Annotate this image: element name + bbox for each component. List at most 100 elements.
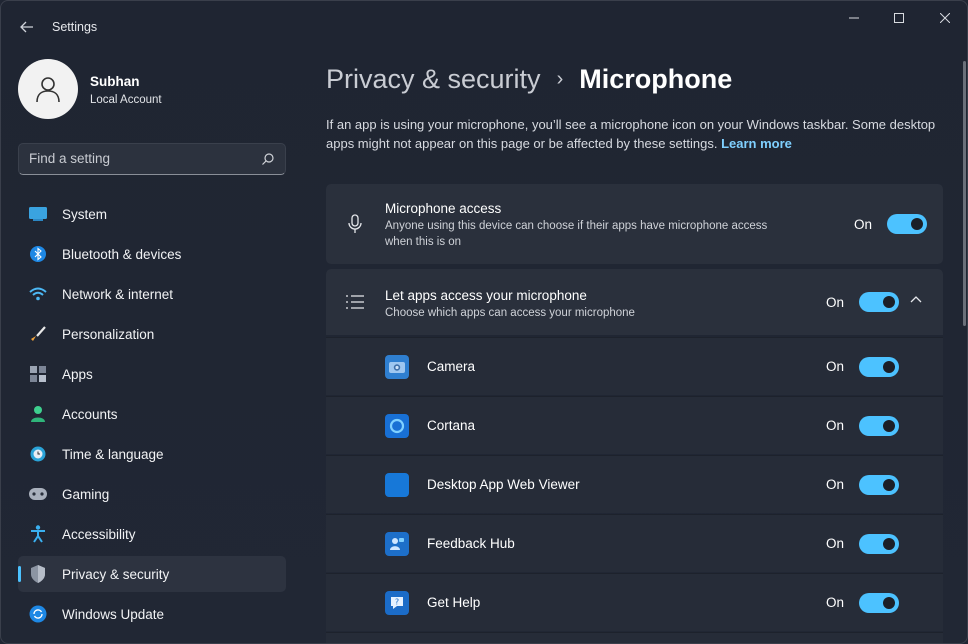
breadcrumb-parent[interactable]: Privacy & security: [326, 64, 541, 95]
accessibility-icon: [29, 525, 47, 543]
toggle-knob: [883, 420, 895, 432]
camera-toggle[interactable]: [859, 357, 899, 377]
sidebar-nav: System Bluetooth & devices Network & int…: [18, 196, 286, 636]
microphone-access-title: Microphone access: [385, 201, 502, 216]
avatar: [18, 59, 78, 119]
minimize-icon: [849, 17, 859, 19]
app-state: On: [826, 595, 845, 610]
globe-clock-icon: [29, 445, 47, 463]
search-icon: [262, 153, 274, 165]
sidebar-item-accounts[interactable]: Accounts: [18, 396, 286, 432]
app-title: Settings: [52, 20, 98, 34]
sidebar-item-label: Gaming: [62, 486, 110, 502]
user-name: Subhan: [90, 74, 140, 89]
app-name: Get Help: [427, 595, 481, 610]
apps-access-state: On: [826, 295, 845, 310]
feedback-hub-toggle[interactable]: [859, 534, 899, 554]
settings-window: Settings Subhan Local Account Find a set…: [0, 0, 968, 644]
sidebar-item-system[interactable]: System: [18, 196, 286, 232]
microphone-access-card: Microphone access Anyone using this devi…: [326, 184, 943, 264]
sidebar-item-label: Bluetooth & devices: [62, 246, 182, 262]
app-row-cortana: Cortana On: [326, 396, 943, 454]
apps-access-title: Let apps access your microphone: [385, 288, 587, 303]
app-name: Feedback Hub: [427, 536, 515, 551]
page-title: Microphone: [579, 63, 733, 94]
sidebar-item-gaming[interactable]: Gaming: [18, 476, 286, 512]
app-name: Desktop App Web Viewer: [427, 477, 580, 492]
back-button[interactable]: [13, 13, 41, 41]
app-row-feedback-hub: Feedback Hub On: [326, 514, 943, 572]
microphone-access-state: On: [854, 217, 873, 232]
sidebar-item-label: System: [62, 206, 108, 222]
sidebar-item-time-language[interactable]: Time & language: [18, 436, 286, 472]
feedback-hub-app-icon: [385, 532, 409, 556]
camera-app-icon: [385, 355, 409, 379]
apps-access-toggle[interactable]: [859, 292, 899, 312]
apps-access-card[interactable]: Let apps access your microphone Choose w…: [326, 269, 943, 335]
description-text: If an app is using your microphone, you’…: [326, 117, 936, 151]
sidebar-item-personalization[interactable]: Personalization: [18, 316, 286, 352]
apps-access-subtitle: Choose which apps can access your microp…: [385, 307, 635, 319]
chevron-up-icon[interactable]: [910, 295, 922, 303]
sidebar-item-label: Accounts: [62, 406, 118, 422]
apps-icon: [29, 365, 47, 383]
sidebar-item-apps[interactable]: Apps: [18, 356, 286, 392]
brush-icon: [29, 325, 47, 343]
sidebar-item-bluetooth[interactable]: Bluetooth & devices: [18, 236, 286, 272]
svg-text:?: ?: [395, 598, 399, 607]
app-state: On: [826, 477, 845, 492]
person-icon: [36, 77, 60, 103]
app-name: Cortana: [427, 418, 476, 433]
breadcrumb-separator: ›: [556, 67, 564, 90]
person-icon: [29, 405, 47, 423]
app-state: On: [826, 536, 845, 551]
sidebar-item-label: Network & internet: [62, 286, 174, 302]
toggle-knob: [883, 597, 895, 609]
user-profile[interactable]: Subhan Local Account: [18, 59, 288, 119]
microphone-access-subtitle: Anyone using this device can choose if t…: [385, 220, 768, 248]
desktop-app-web-viewer-toggle[interactable]: [859, 475, 899, 495]
scrollbar[interactable]: [963, 61, 966, 326]
close-icon: [940, 13, 950, 23]
sidebar-item-label: Privacy & security: [62, 566, 170, 582]
title-bar: Settings: [1, 1, 967, 51]
sidebar-item-privacy-security[interactable]: Privacy & security: [18, 556, 286, 592]
sidebar-item-network[interactable]: Network & internet: [18, 276, 286, 312]
web-viewer-app-icon: [385, 473, 409, 497]
close-button[interactable]: [922, 1, 967, 35]
app-row-desktop-app-web-viewer: Desktop App Web Viewer On: [326, 455, 943, 513]
app-state: On: [826, 359, 845, 374]
sidebar-item-label: Windows Update: [62, 606, 165, 622]
sidebar-item-windows-update[interactable]: Windows Update: [18, 596, 286, 632]
microphone-access-toggle[interactable]: [887, 214, 927, 234]
toggle-knob: [883, 479, 895, 491]
search-input[interactable]: [29, 151, 249, 166]
get-help-app-icon: ?: [385, 591, 409, 615]
bluetooth-icon: [29, 245, 47, 263]
wifi-icon: [29, 285, 47, 303]
active-indicator: [18, 566, 21, 582]
sidebar-item-label: Time & language: [62, 446, 164, 462]
search-box[interactable]: [18, 143, 286, 175]
page-description: If an app is using your microphone, you’…: [326, 116, 936, 153]
toggle-knob: [883, 538, 895, 550]
sidebar-item-label: Personalization: [62, 326, 155, 342]
sidebar-item-accessibility[interactable]: Accessibility: [18, 516, 286, 552]
app-name: Camera: [427, 359, 476, 374]
app-row-partial: [326, 632, 943, 643]
toggle-knob: [883, 296, 895, 308]
learn-more-link[interactable]: Learn more: [721, 136, 792, 151]
sidebar-item-label: Accessibility: [62, 526, 136, 542]
maximize-icon: [894, 13, 904, 23]
account-type: Local Account: [90, 94, 162, 106]
monitor-icon: [29, 205, 47, 223]
toggle-knob: [911, 218, 923, 230]
minimize-button[interactable]: [831, 1, 877, 35]
sidebar-item-label: Apps: [62, 366, 93, 382]
microphone-icon: [346, 214, 364, 234]
get-help-toggle[interactable]: [859, 593, 899, 613]
back-arrow-icon: [20, 21, 33, 33]
maximize-button[interactable]: [876, 1, 922, 35]
cortana-toggle[interactable]: [859, 416, 899, 436]
app-row-get-help: ? Get Help On: [326, 573, 943, 631]
